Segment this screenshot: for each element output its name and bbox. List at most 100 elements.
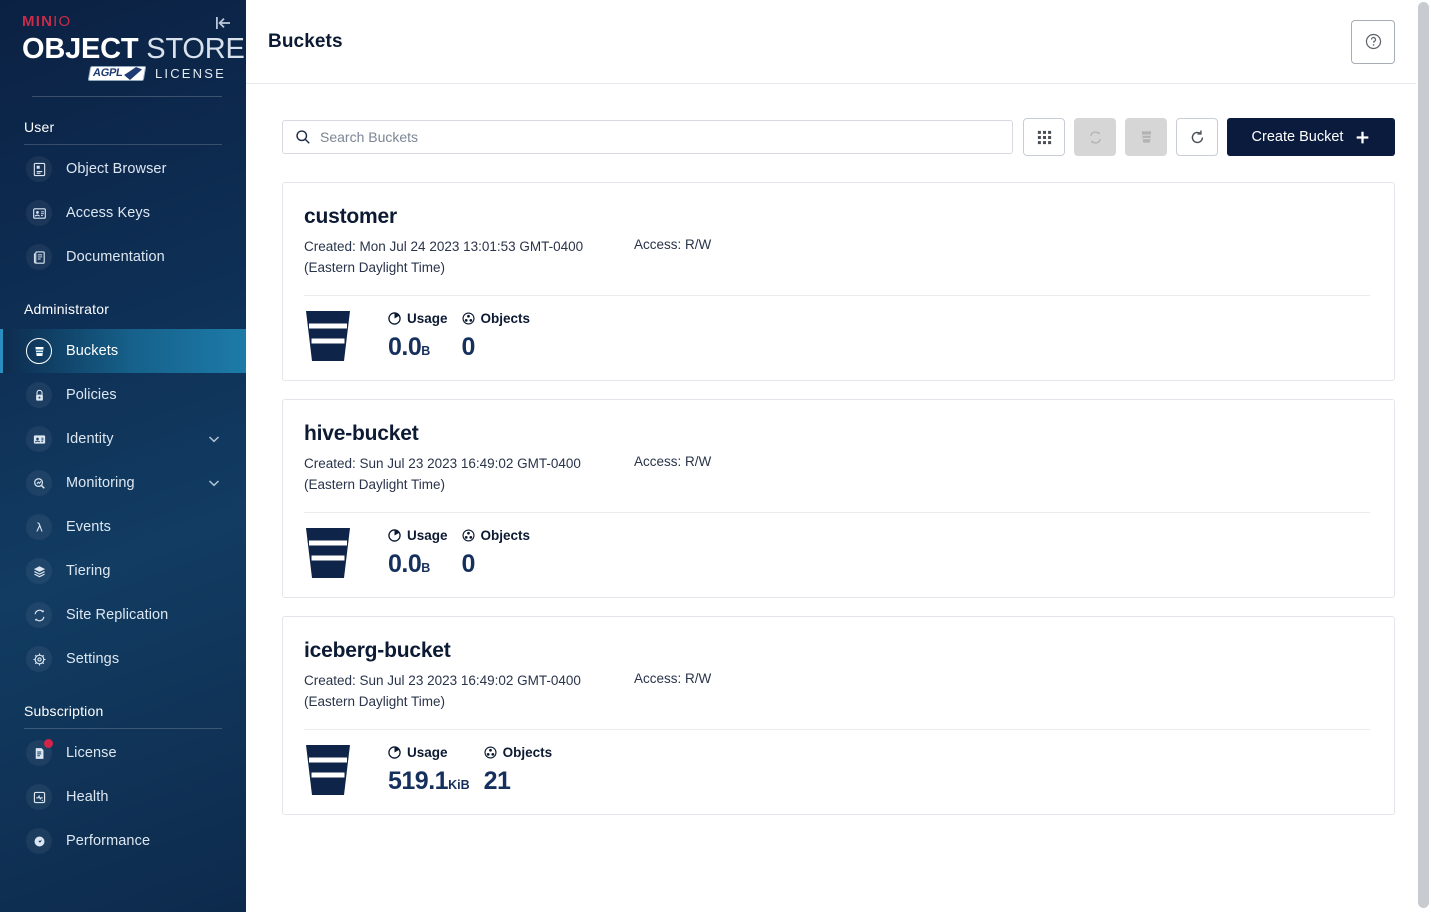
usage-number: 0.0: [388, 549, 422, 578]
main-panel: Buckets Search Buckets Create Bucket cus…: [246, 0, 1431, 912]
minio-wordmark-min: MIN: [22, 13, 54, 30]
magnifier-icon: [26, 470, 52, 497]
sidebar-item-documentation[interactable]: Documentation: [0, 235, 246, 279]
usage-label: Usage: [407, 527, 448, 543]
sidebar-item-license[interactable]: License: [0, 731, 246, 775]
bucket-access: Access: R/W: [634, 237, 711, 278]
search-bucket-box[interactable]: [282, 120, 1013, 154]
objects-value: 21: [483, 766, 511, 795]
bucket-card[interactable]: customer Created: Mon Jul 24 2023 13:01:…: [282, 182, 1395, 382]
access-value: R/W: [685, 237, 712, 252]
bucket-meta: Created: Sun Jul 23 2023 16:49:02 GMT-04…: [304, 671, 1370, 712]
objects-icon: [484, 746, 497, 759]
access-prefix: Access:: [634, 454, 686, 470]
scrollbar-thumb[interactable]: [1418, 2, 1429, 908]
sidebar-item-site-replication[interactable]: Site Replication: [0, 593, 246, 637]
bucket-stats: Usage 0.0B Objects 0: [304, 513, 1370, 579]
objects-stat: Objects 0: [462, 311, 531, 362]
clock-pie-icon: [388, 528, 401, 542]
create-bucket-label: Create Bucket: [1251, 129, 1344, 145]
sidebar-item-monitoring[interactable]: Monitoring: [0, 461, 246, 505]
sidebar-section-user: User Object Browser Access Keys Document…: [0, 97, 246, 279]
objects-icon: [461, 311, 475, 325]
sidebar-item-label: Access Keys: [66, 205, 151, 222]
help-button[interactable]: [1351, 19, 1395, 64]
sidebar-item-settings[interactable]: Settings: [0, 637, 246, 681]
access-value: R/W: [685, 671, 712, 687]
created-prefix: Created:: [304, 456, 360, 472]
lock-icon: [26, 382, 52, 409]
svg-text:λ: λ: [36, 520, 43, 534]
usage-value: 0.0B: [388, 550, 448, 579]
agpl-label: AGPL: [91, 67, 124, 80]
page-scrollbar[interactable]: [1416, 0, 1431, 912]
chevron-down-icon[interactable]: [208, 430, 220, 448]
bucket-card[interactable]: hive-bucket Created: Sun Jul 23 2023 16:…: [282, 399, 1395, 599]
grid-view-button[interactable]: [1023, 118, 1065, 156]
grid-icon: [1037, 130, 1051, 144]
usage-stat: Usage 0.0B: [388, 528, 448, 579]
sidebar-item-label: License: [66, 745, 117, 762]
bucket-name[interactable]: hive-bucket: [304, 422, 1370, 446]
sidebar-item-object-browser[interactable]: Object Browser: [0, 147, 246, 191]
chevron-down-icon[interactable]: [208, 474, 220, 492]
objects-head: Objects: [461, 528, 530, 543]
bucket-glyph-icon: [306, 311, 350, 362]
sidebar-item-label: Policies: [66, 387, 117, 404]
sidebar-item-label: Settings: [66, 651, 120, 668]
usage-head: Usage: [388, 528, 448, 543]
search-icon: [296, 130, 310, 144]
page-header: Buckets: [246, 0, 1431, 84]
bucket-name[interactable]: customer: [304, 205, 1370, 229]
product-wordmark-object: OBJECT: [22, 33, 139, 65]
content-area: Create Bucket customer Created: Mon Jul …: [246, 84, 1431, 912]
help-circle-icon: [1365, 33, 1381, 50]
bucket-meta: Created: Mon Jul 24 2023 13:01:53 GMT-04…: [304, 237, 1370, 278]
object-browser-icon: [26, 156, 52, 183]
bucket-access: Access: R/W: [634, 671, 711, 712]
sidebar-section-title-user: User: [24, 119, 55, 136]
bucket-card[interactable]: iceberg-bucket Created: Sun Jul 23 2023 …: [282, 616, 1395, 816]
refresh-button[interactable]: [1176, 118, 1218, 156]
create-bucket-button[interactable]: Create Bucket: [1227, 118, 1395, 156]
sidebar-item-performance[interactable]: Performance: [0, 819, 246, 863]
replicate-button: [1074, 118, 1116, 156]
clock-pie-icon: [388, 311, 401, 325]
sidebar-item-label: Site Replication: [66, 607, 169, 624]
sidebar-item-buckets[interactable]: Buckets: [0, 329, 246, 374]
product-wordmark-store: STORE: [146, 33, 245, 65]
usage-unit: B: [421, 343, 431, 358]
collapse-sidebar-button[interactable]: [213, 12, 235, 34]
sidebar-item-access-keys[interactable]: Access Keys: [0, 191, 246, 235]
buckets-list: customer Created: Mon Jul 24 2023 13:01:…: [282, 182, 1395, 816]
usage-head: Usage: [388, 311, 448, 326]
usage-stat: Usage 0.0B: [388, 311, 448, 362]
usage-stat: Usage 519.1KiB: [388, 745, 470, 796]
usage-label: Usage: [407, 744, 448, 760]
license-label: LICENSE: [154, 66, 226, 82]
sidebar-item-identity[interactable]: Identity: [0, 417, 246, 461]
sidebar-item-label: Performance: [66, 833, 151, 850]
clock-pie-icon: [388, 745, 401, 759]
search-input[interactable]: [320, 129, 1000, 145]
sidebar-item-label: Identity: [66, 431, 114, 448]
sidebar-item-events[interactable]: λ Events: [0, 505, 246, 549]
sidebar-item-tiering[interactable]: Tiering: [0, 549, 246, 593]
objects-head: Objects: [461, 310, 531, 326]
sidebar-section-subscription: Subscription License Health Performance: [0, 681, 246, 863]
collapse-arrow-icon: [216, 17, 230, 29]
license-alert-badge: [44, 739, 53, 749]
documentation-icon: [26, 244, 52, 271]
sidebar-item-label: Health: [66, 789, 109, 806]
access-value: R/W: [685, 454, 712, 470]
minio-wordmark: MINIO: [22, 14, 228, 29]
sidebar-item-policies[interactable]: Policies: [0, 373, 246, 417]
objects-stat: Objects 21: [484, 745, 553, 796]
refresh-icon: [1191, 130, 1203, 143]
bucket-name[interactable]: iceberg-bucket: [304, 639, 1370, 663]
bucket-glyph-icon: [306, 745, 350, 796]
objects-label: Objects: [480, 310, 531, 326]
objects-value: 0: [461, 549, 476, 578]
sidebar-item-health[interactable]: Health: [0, 775, 246, 819]
license-row: AGPL LICENSE: [22, 66, 228, 82]
